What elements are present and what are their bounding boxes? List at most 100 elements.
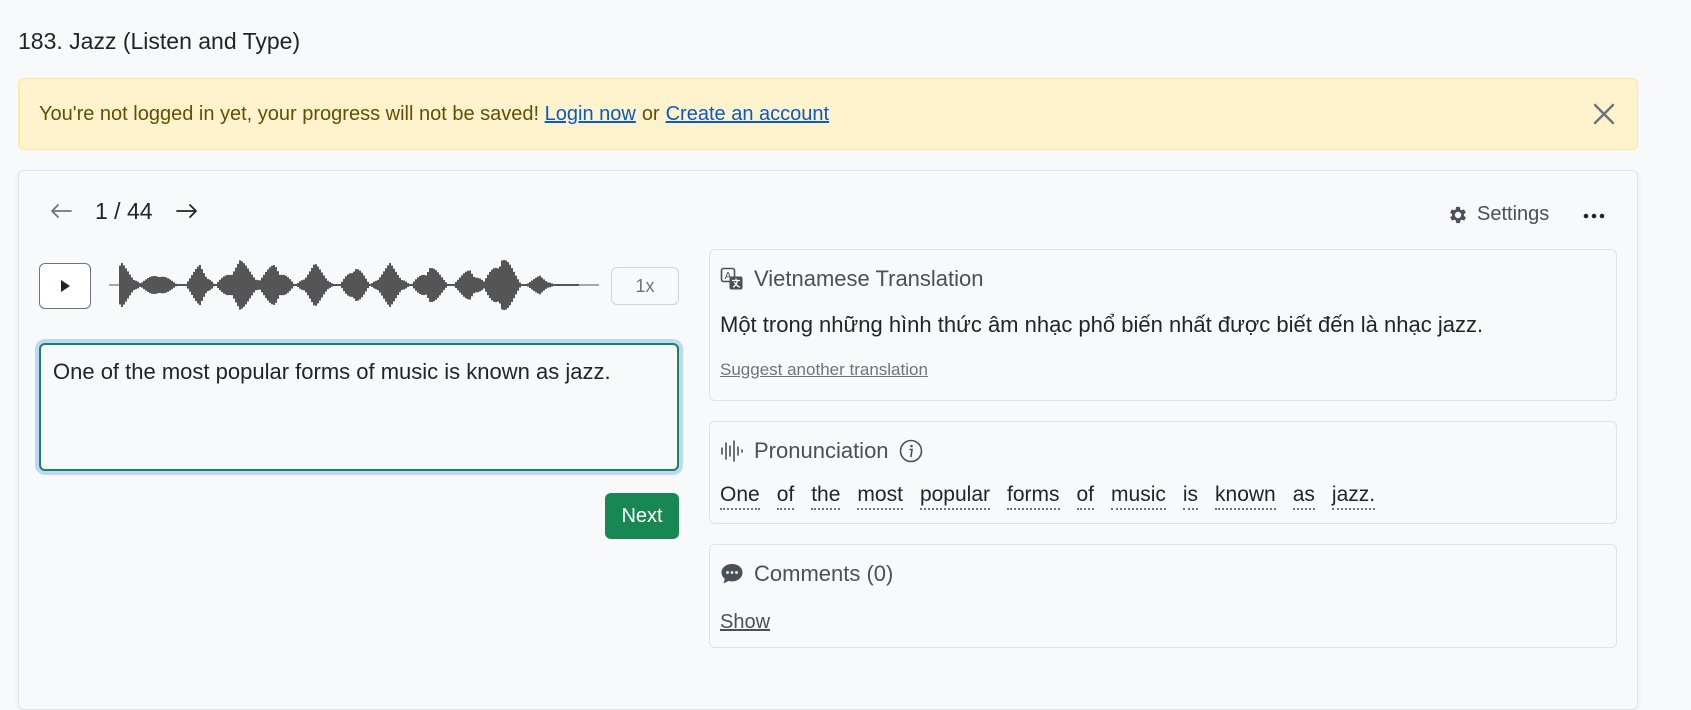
waveform-bar <box>485 278 487 292</box>
waveform-bar <box>421 275 423 295</box>
waveform-bar <box>533 279 535 291</box>
waveform-bar <box>367 281 369 289</box>
waveform-bar <box>425 275 427 295</box>
waveform-bar <box>307 274 309 296</box>
pronunciation-word[interactable]: the <box>811 482 841 510</box>
suggest-translation-link[interactable]: Suggest another translation <box>720 360 928 380</box>
pronunciation-word[interactable]: as <box>1292 482 1315 510</box>
waveform-bar <box>121 263 123 307</box>
waveform-bar <box>181 284 183 286</box>
waveform-bar <box>137 281 139 289</box>
next-button[interactable]: Next <box>605 493 679 539</box>
waveform-bar <box>289 279 291 291</box>
waveform-bar <box>201 269 203 301</box>
waveform-bar <box>329 282 331 288</box>
info-icon[interactable] <box>899 439 923 463</box>
waveform-bar <box>271 265 273 305</box>
waveform-bar <box>209 279 211 291</box>
waveform-bar <box>399 277 401 293</box>
waveform-bar <box>415 279 417 291</box>
waveform-bar <box>383 271 385 299</box>
pronunciation-word[interactable]: known <box>1215 482 1276 510</box>
waveform-bar <box>439 274 441 296</box>
waveform-bar <box>541 277 543 293</box>
more-options-icon[interactable] <box>1579 203 1609 229</box>
settings-button[interactable]: Settings <box>1447 203 1549 226</box>
waveform-bar <box>513 271 515 299</box>
waveform-bar <box>519 282 521 288</box>
waveform-bar <box>133 279 135 291</box>
pronunciation-word[interactable]: of <box>1076 482 1095 510</box>
waveform-bar <box>319 269 321 301</box>
waveform-bar <box>417 277 419 293</box>
pronunciation-word[interactable]: of <box>776 482 795 510</box>
comments-heading: Comments (0) <box>720 561 893 587</box>
waveform-bar <box>233 271 235 299</box>
waveform-bar <box>427 272 429 298</box>
waveform-bar <box>569 284 571 286</box>
audio-waveform[interactable] <box>109 249 599 321</box>
waveform-bar <box>199 264 201 306</box>
answer-input[interactable] <box>39 343 679 471</box>
waveform-bar <box>247 268 249 302</box>
waveform-bar <box>159 277 161 293</box>
pronunciation-word[interactable]: jazz. <box>1331 482 1376 510</box>
waveform-bar <box>419 275 421 295</box>
show-comments-link[interactable]: Show <box>720 611 770 634</box>
waveform-bar <box>283 274 285 296</box>
waveform-bar <box>515 275 517 295</box>
waveform-bar <box>411 283 413 287</box>
waveform-bar <box>575 284 577 286</box>
waveform-bar <box>379 277 381 293</box>
waveform-bar <box>301 280 303 290</box>
waveform-bar <box>453 283 455 287</box>
pronunciation-word[interactable]: forms <box>1007 482 1060 510</box>
waveform-bar <box>293 283 295 287</box>
login-alert: You're not logged in yet, your progress … <box>18 78 1638 150</box>
waveform-bar <box>331 283 333 287</box>
arrow-left-icon[interactable] <box>47 197 75 225</box>
waveform-bar <box>557 284 559 286</box>
waveform-bar <box>143 280 145 290</box>
translation-heading: A Vietnamese Translation <box>720 266 984 292</box>
waveform-bar <box>563 284 565 286</box>
waveform-bar <box>447 284 449 286</box>
waveform-bar <box>231 274 233 296</box>
waveform-bar <box>305 277 307 293</box>
pronunciation-word[interactable]: most <box>857 482 903 510</box>
login-link[interactable]: Login now <box>545 103 636 126</box>
waveform-bar <box>549 282 551 288</box>
speed-button[interactable]: 1x <box>611 267 679 305</box>
waveform-bar <box>477 277 479 293</box>
waveform-bar <box>537 276 539 294</box>
waveform-bar <box>377 279 379 291</box>
waveform-bar <box>173 282 175 288</box>
waveform-bar <box>531 280 533 290</box>
waveform-bar <box>167 278 169 292</box>
waveform-bar <box>339 284 341 286</box>
waveform-bar <box>565 284 567 286</box>
waveform-bar <box>227 274 229 296</box>
create-account-link[interactable]: Create an account <box>666 103 829 126</box>
waveform-bar <box>163 276 165 294</box>
comments-title: Comments (0) <box>754 561 894 586</box>
waveform-bar <box>235 267 237 303</box>
close-icon[interactable] <box>1589 99 1619 129</box>
pronunciation-word[interactable]: popular <box>919 482 990 510</box>
waveform-bar <box>245 265 247 305</box>
waveform-bar <box>527 283 529 287</box>
waveform-bar <box>511 268 513 302</box>
pronunciation-word[interactable]: One <box>720 482 760 510</box>
waveform-bar <box>335 284 337 286</box>
arrow-right-icon[interactable] <box>173 197 201 225</box>
waveform-bar <box>297 282 299 288</box>
waveform-bar <box>567 284 569 286</box>
waveform-bar <box>407 283 409 287</box>
play-button[interactable] <box>39 263 91 309</box>
pronunciation-word[interactable]: music <box>1111 482 1166 510</box>
waveform-bar <box>525 284 527 286</box>
waveform-bar <box>487 274 489 296</box>
waveform-bar <box>387 265 389 305</box>
waveform-bar <box>345 276 347 294</box>
pronunciation-word[interactable]: is <box>1182 482 1199 510</box>
